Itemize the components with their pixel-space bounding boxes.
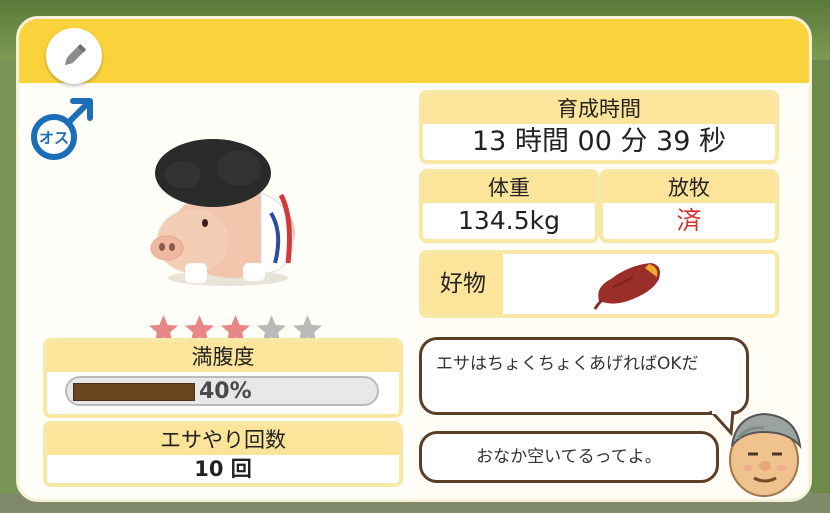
weight-value: 134.5kg: [458, 206, 560, 235]
feed-count-box: エサやり回数 10 回: [43, 421, 403, 487]
growth-time-label: 育成時間: [423, 94, 775, 124]
favorite-food-label: 好物: [423, 254, 503, 314]
merchant-character-icon: [729, 412, 802, 497]
favorite-food-box: 好物: [419, 250, 779, 318]
dialog-bubble-tip: エサはちょくちょくあげればOKだ: [419, 337, 749, 415]
fullness-label: 満腹度: [47, 342, 399, 372]
growth-time-box: 育成時間 13 時間 00 分 39 秒: [419, 90, 779, 164]
pig-character-image: [150, 139, 295, 286]
grazing-value: 済: [676, 206, 702, 235]
feed-count-value: 10 回: [194, 457, 252, 481]
weight-label: 体重: [423, 173, 595, 203]
grazing-label: 放牧: [603, 173, 775, 203]
fullness-box: 満腹度 40%: [43, 338, 403, 418]
grazing-box: 放牧 済: [599, 169, 779, 243]
pencil-icon: [64, 43, 87, 66]
growth-time-value: 13 時間 00 分 39 秒: [472, 126, 726, 157]
pig-status-panel: オス 満腹度 40% エサやり回数 10 回 育成時間 13 時間 00 分 3…: [16, 16, 812, 502]
gender-badge: オス: [27, 94, 97, 164]
panel-header: [19, 19, 809, 83]
dialog-tip-text: エサはちょくちょくあげればOKだ: [436, 354, 699, 374]
sweet-potato-icon: [593, 263, 660, 310]
dialog-status-text: おなか空いてるってよ。: [476, 447, 662, 467]
fullness-bar-fill: [73, 383, 195, 401]
favorite-food-image-area: [503, 254, 775, 314]
weight-box: 体重 134.5kg: [419, 169, 599, 243]
fullness-percent: 40%: [199, 379, 252, 404]
feed-count-label: エサやり回数: [47, 425, 399, 455]
gender-label: オス: [38, 129, 69, 147]
dialog-bubble-status: おなか空いてるってよ。: [419, 431, 719, 483]
fullness-bar: 40%: [65, 376, 379, 406]
edit-name-button[interactable]: [46, 28, 102, 84]
